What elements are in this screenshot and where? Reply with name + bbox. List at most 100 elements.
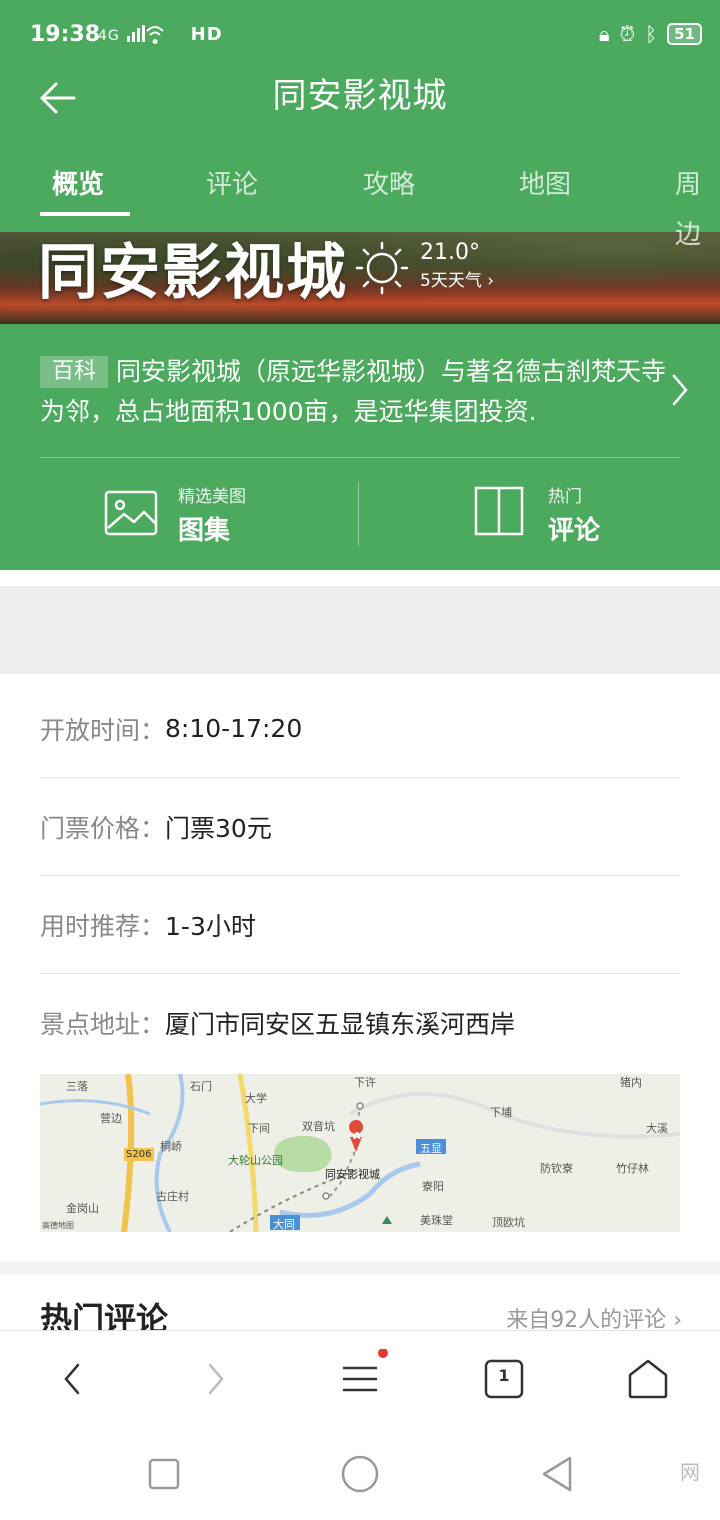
encyclopedia-tag: 百科 — [40, 356, 109, 388]
map-label: 美珠堂 — [420, 1214, 453, 1227]
map-label: 猪内 — [620, 1076, 642, 1089]
location-map[interactable]: 三落 石门 大学 下许 猪内 营边 下间 双音坑 下埔 大溪 桐峤 S206 大… — [40, 1074, 680, 1232]
home-icon — [628, 1359, 668, 1399]
detail-value: 门票30元 — [165, 813, 272, 843]
chevron-left-icon — [64, 1363, 80, 1395]
encyclopedia-summary[interactable]: 百科 同安影视城（原远华影视城）与著名德古刹梵天寺为邻，总占地面积1000亩，是远… — [40, 352, 670, 432]
map-label: 大同 — [273, 1218, 295, 1231]
signal-icon: 4G HD — [98, 24, 223, 45]
tabs-button[interactable]: 1 — [474, 1349, 534, 1409]
browser-forward-button[interactable] — [186, 1349, 246, 1409]
detail-value: 8:10-17:20 — [165, 714, 303, 743]
ticket-price-row: 门票价格： 门票30元 — [40, 778, 680, 876]
map-label: 顶欧坑 — [492, 1216, 525, 1229]
book-icon — [474, 486, 524, 536]
system-nav-bar: 网 — [0, 1426, 720, 1520]
tab-guide[interactable]: 攻略 — [363, 160, 415, 210]
map-label: 古庄村 — [156, 1190, 189, 1203]
hero-banner: 同安影视城 21.0° 5天天气 › — [0, 232, 720, 324]
image-icon — [104, 490, 158, 536]
detail-list: 开放时间： 8:10-17:20 门票价格： 门票30元 用时推荐： 1-3小时… — [40, 680, 680, 1072]
map-label: 双音坑 — [302, 1120, 335, 1133]
reviews-more-label: 来自92人的评论 — [506, 1308, 667, 1330]
back-nav-button[interactable] — [536, 1452, 580, 1496]
map-label: 五显 — [420, 1142, 442, 1155]
map-label: 下许 — [354, 1076, 376, 1089]
menu-icon — [342, 1348, 388, 1392]
map-label: 大学 — [245, 1092, 267, 1105]
weather-widget[interactable]: 21.0° 5天天气 › — [354, 238, 514, 302]
hot-reviews-section: 热门评论 来自92人的评论 › — [0, 1274, 720, 1330]
browser-back-button[interactable] — [42, 1349, 102, 1409]
tab-map[interactable]: 地图 — [519, 160, 571, 210]
hd-indicator: HD — [190, 24, 223, 45]
tab-bar: 概览 评论 攻略 地图 周边 — [0, 160, 720, 250]
hero-title: 同安影视城 — [38, 238, 348, 308]
map-label: 寮阳 — [422, 1180, 444, 1193]
recommended-duration-row: 用时推荐： 1-3小时 — [40, 876, 680, 974]
forecast-label: 5天天气 — [420, 271, 482, 291]
temperature: 21.0° — [420, 240, 480, 265]
notification-dot — [378, 1348, 388, 1358]
address-row: 景点地址： 厦门市同安区五显镇东溪河西岸 — [40, 974, 680, 1072]
map-label: 三落 — [66, 1080, 88, 1093]
detail-label: 景点地址： — [40, 1010, 166, 1039]
top-header: 19:38 4G HD 🔒︎ ⏰︎ ᛒ 51 同安影视城 概览 评论 攻略 地图… — [0, 0, 720, 250]
tab-indicator — [40, 212, 130, 216]
detail-value: 1-3小时 — [165, 911, 256, 941]
reviews-label: 评论 — [548, 516, 601, 546]
circle-icon — [341, 1455, 379, 1493]
divider — [358, 482, 359, 546]
gallery-subtitle: 精选美图 — [178, 487, 246, 507]
tab-count: 1 — [498, 1366, 510, 1385]
lock-icon: 🔒︎ — [598, 22, 610, 46]
reviews-more-link[interactable]: 来自92人的评论 › — [506, 1302, 682, 1330]
map-label: 竹仔林 — [616, 1162, 649, 1175]
map-provider-logo: 高德地图 — [42, 1221, 74, 1230]
section-spacer — [0, 1262, 720, 1274]
tab-reviews[interactable]: 评论 — [206, 160, 258, 210]
gallery-button[interactable]: 精选美图 图集 — [104, 474, 334, 554]
park-label: 大轮山公园 — [228, 1154, 283, 1167]
gallery-label: 图集 — [178, 516, 231, 546]
map-label: 大溪 — [646, 1122, 668, 1135]
road-label: S206 — [126, 1149, 152, 1160]
square-icon — [148, 1458, 180, 1490]
chevron-right-icon — [208, 1363, 224, 1395]
summary-panel: 百科 同安影视城（原远华影视城）与著名德古刹梵天寺为邻，总占地面积1000亩，是远… — [0, 324, 720, 570]
map-marker-icon[interactable]: A — [353, 1131, 361, 1142]
home-button[interactable] — [618, 1349, 678, 1409]
menu-button[interactable] — [330, 1348, 390, 1409]
battery-icon: 51 — [667, 23, 702, 45]
detail-label: 门票价格： — [40, 813, 166, 843]
map-label: 防钦寮 — [540, 1162, 573, 1175]
status-bar: 19:38 4G HD 🔒︎ ⏰︎ ᛒ 51 — [0, 0, 720, 72]
hot-reviews-button[interactable]: 热门 评论 — [474, 474, 674, 554]
chevron-right-icon: › — [487, 271, 495, 291]
map-label: 下间 — [248, 1122, 270, 1135]
chevron-right-icon — [672, 374, 688, 406]
chevron-right-icon: › — [673, 1308, 682, 1330]
tab-nearby[interactable]: 周边 — [675, 160, 720, 260]
network-type: 4G — [98, 28, 120, 44]
poi-label: 同安影视城 — [325, 1168, 380, 1181]
home-nav-button[interactable] — [338, 1452, 382, 1496]
map-label: 金岗山 — [66, 1202, 99, 1215]
triangle-back-icon — [542, 1456, 572, 1492]
map-label: 营边 — [100, 1112, 122, 1125]
sun-icon — [355, 241, 409, 295]
page-title: 同安影视城 — [272, 76, 448, 116]
bluetooth-icon: ᛒ — [645, 22, 658, 46]
watermark: 网 — [680, 1460, 700, 1484]
forecast-link[interactable]: 5天天气 › — [420, 266, 494, 291]
recents-button[interactable] — [142, 1452, 186, 1496]
tab-overview[interactable]: 概览 — [52, 160, 104, 210]
map-label: 石门 — [190, 1080, 212, 1093]
browser-toolbar: 1 — [0, 1330, 720, 1426]
map-label: 桐峤 — [160, 1140, 182, 1153]
divider — [40, 457, 680, 458]
status-time: 19:38 — [30, 22, 101, 47]
map-label: 下埔 — [490, 1106, 512, 1119]
encyclopedia-text: 同安影视城（原远华影视城）与著名德古刹梵天寺为邻，总占地面积1000亩，是远华集… — [40, 357, 667, 426]
opening-hours-row: 开放时间： 8:10-17:20 — [40, 680, 680, 778]
